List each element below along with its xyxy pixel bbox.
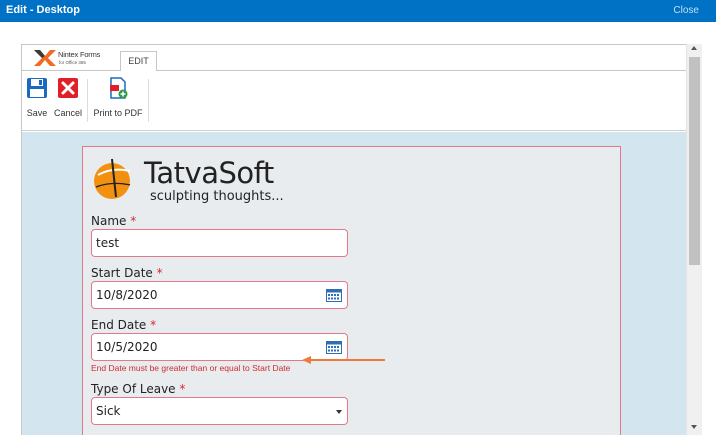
print-to-pdf-icon	[110, 77, 128, 99]
error-pointer-arrow-icon	[302, 356, 385, 364]
start-date-value: 10/8/2020	[96, 288, 158, 302]
vertical-scrollbar[interactable]	[686, 44, 702, 435]
chevron-down-icon	[336, 410, 342, 414]
scroll-up-icon[interactable]	[691, 46, 697, 50]
required-marker: *	[130, 214, 137, 228]
save-button[interactable]: Save	[25, 77, 49, 118]
save-label: Save	[26, 108, 48, 118]
type-of-leave-value: Sick	[96, 404, 121, 418]
save-icon	[27, 78, 47, 98]
form-frame: Nintex Forms for Office 365 EDIT Save Ca…	[21, 44, 686, 435]
cancel-icon	[58, 78, 78, 98]
name-input[interactable]: test	[91, 229, 348, 257]
nintex-brand: Nintex Forms	[58, 50, 101, 59]
required-marker: *	[179, 382, 186, 396]
cancel-label: Cancel	[53, 108, 82, 118]
start-date-input[interactable]: 10/8/2020	[91, 281, 348, 309]
print-to-pdf-button[interactable]: Print to PDF	[91, 77, 145, 118]
name-label: Name *	[91, 214, 137, 228]
type-of-leave-select[interactable]: Sick	[91, 397, 348, 425]
start-date-label: Start Date *	[91, 266, 163, 280]
cancel-button[interactable]: Cancel	[52, 77, 84, 118]
tatvasoft-name: TatvaSoft	[144, 156, 274, 190]
print-to-pdf-label: Print to PDF	[93, 108, 143, 118]
scroll-down-icon[interactable]	[691, 425, 697, 429]
tatvasoft-logo: TatvaSoft sculpting thoughts...	[90, 153, 330, 205]
end-date-value: 10/5/2020	[96, 340, 158, 354]
end-date-label: End Date *	[91, 318, 157, 332]
ribbon-separator	[148, 79, 149, 122]
window-title-bar: Edit - Desktop Close	[0, 0, 716, 22]
form-canvas: TatvaSoft sculpting thoughts... Name * t…	[22, 132, 686, 435]
type-of-leave-label: Type Of Leave *	[91, 382, 186, 396]
nintex-brand-sub: for Office 365	[59, 60, 86, 65]
tatvasoft-logo-icon	[94, 158, 131, 199]
required-marker: *	[156, 266, 163, 280]
tab-edit[interactable]: EDIT	[120, 51, 157, 72]
name-value: test	[96, 236, 120, 250]
calendar-icon[interactable]	[326, 288, 342, 302]
nintex-logo: Nintex Forms for Office 365	[32, 48, 122, 68]
leave-request-form: TatvaSoft sculpting thoughts... Name * t…	[82, 146, 621, 435]
calendar-icon[interactable]	[326, 340, 342, 354]
ribbon-separator	[87, 79, 88, 122]
tatvasoft-tagline: sculpting thoughts...	[150, 189, 284, 204]
ribbon-toolbar: Save Cancel Print to PDF	[22, 71, 686, 131]
window-title: Edit - Desktop	[6, 4, 80, 16]
scrollbar-thumb[interactable]	[689, 57, 700, 265]
nintex-x-icon	[34, 50, 56, 66]
ribbon-tab-row: Nintex Forms for Office 365 EDIT	[22, 45, 686, 72]
end-date-error: End Date must be greater than or equal t…	[91, 363, 291, 373]
close-button[interactable]: Close	[673, 5, 699, 16]
required-marker: *	[150, 318, 157, 332]
